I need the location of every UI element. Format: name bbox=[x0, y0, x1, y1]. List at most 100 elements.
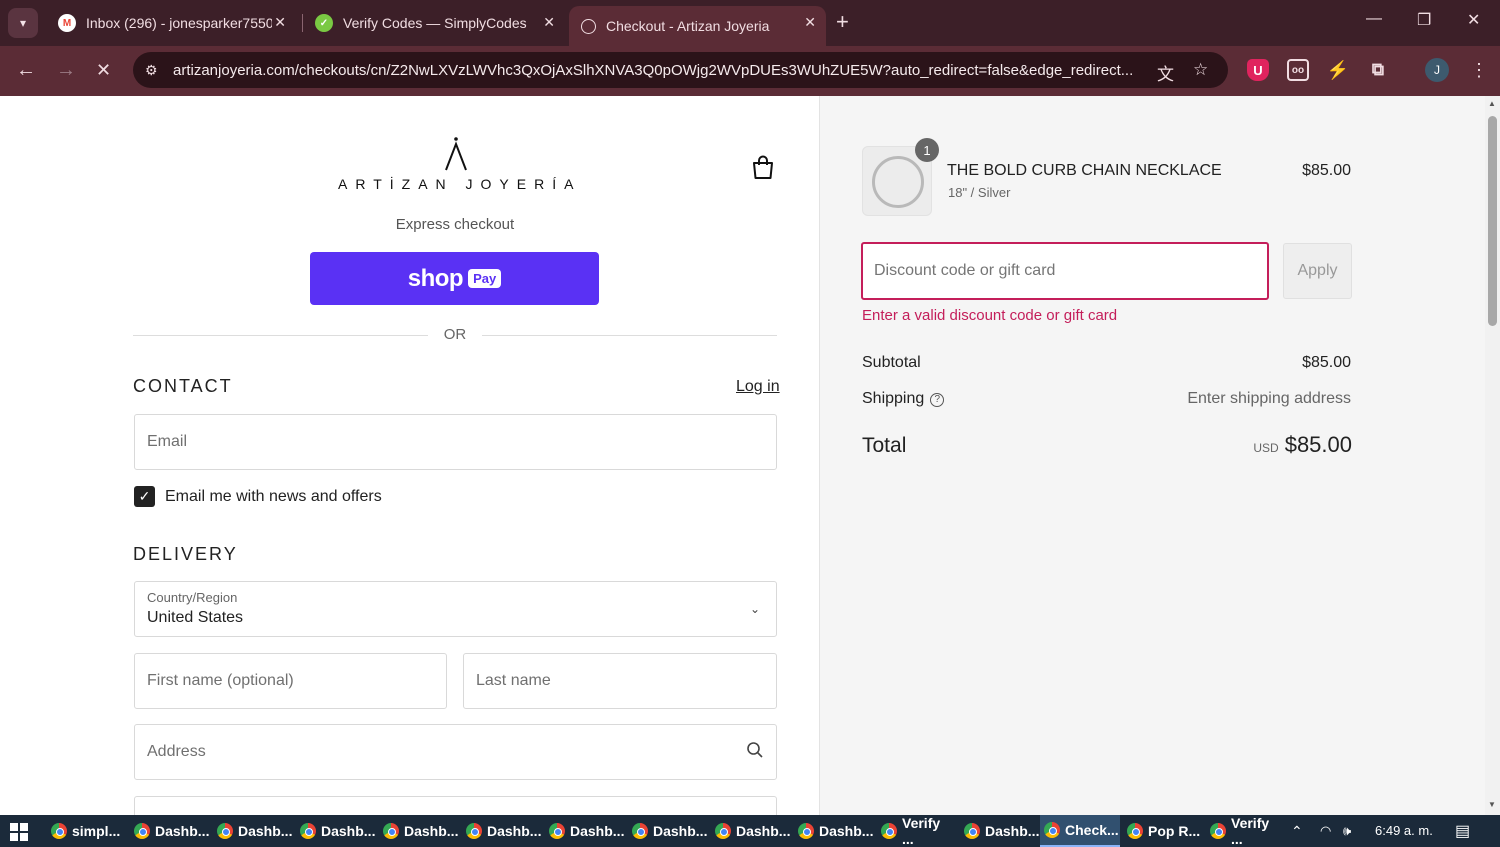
taskbar-item[interactable]: Dashb... bbox=[213, 815, 293, 847]
taskbar-item[interactable]: Dashb... bbox=[711, 815, 791, 847]
cart-icon[interactable] bbox=[750, 154, 776, 180]
address-bar[interactable]: ⚙ artizanjoyeria.com/checkouts/cn/Z2NwLX… bbox=[133, 52, 1228, 88]
forward-button[interactable]: → bbox=[56, 59, 76, 81]
email-field[interactable] bbox=[134, 414, 777, 470]
chrome-icon bbox=[383, 823, 399, 839]
apartment-field[interactable] bbox=[134, 796, 777, 815]
restore-button[interactable]: ❐ bbox=[1417, 10, 1431, 30]
tab-simplycodes[interactable]: ✓ Verify Codes — SimplyCodes ✕ bbox=[303, 6, 565, 40]
close-tab-icon[interactable]: ✕ bbox=[274, 14, 286, 31]
taskbar-item[interactable]: simpl... bbox=[47, 815, 125, 847]
shop-pay-button[interactable]: shop Pay bbox=[310, 252, 599, 305]
chrome-icon bbox=[466, 823, 482, 839]
volume-icon[interactable]: 🕪 bbox=[1343, 823, 1351, 839]
stop-loading-button[interactable]: ✕ bbox=[96, 59, 111, 81]
taskbar-item-label: Dashb... bbox=[487, 823, 542, 839]
extensions-puzzle-icon[interactable]: ⧉ bbox=[1367, 59, 1389, 81]
chrome-icon bbox=[798, 823, 814, 839]
simplycodes-icon: ✓ bbox=[315, 14, 333, 32]
close-tab-icon[interactable]: ✕ bbox=[543, 14, 555, 31]
tab-search-button[interactable]: ▾ bbox=[8, 8, 38, 38]
or-divider-text: OR bbox=[443, 326, 467, 343]
browser-menu-icon[interactable]: ⋮ bbox=[1470, 59, 1488, 81]
country-select[interactable]: Country/Region United States ⌄ bbox=[134, 581, 777, 637]
country-label: Country/Region bbox=[147, 590, 238, 605]
tray-chevron-icon[interactable]: ⌃ bbox=[1291, 823, 1303, 840]
wifi-icon[interactable]: ◠ bbox=[1320, 823, 1331, 839]
last-name-input[interactable] bbox=[464, 654, 776, 708]
tab-gmail[interactable]: M Inbox (296) - jonesparker7550@ ✕ bbox=[46, 6, 296, 40]
taskbar-item-label: Dashb... bbox=[238, 823, 293, 839]
product-name: THE BOLD CURB CHAIN NECKLACE bbox=[947, 162, 1222, 179]
browser-tab-bar: ▾ M Inbox (296) - jonesparker7550@ ✕ ✓ V… bbox=[0, 0, 1500, 46]
chevron-down-icon: ⌄ bbox=[749, 602, 760, 616]
scroll-up-arrow[interactable]: ▲ bbox=[1488, 99, 1496, 108]
newsletter-checkbox[interactable]: ✓ bbox=[134, 486, 155, 507]
taskbar-item[interactable]: Dashb... bbox=[628, 815, 707, 847]
ublock-extension-icon[interactable]: U bbox=[1247, 59, 1269, 81]
taskbar-item[interactable]: Pop R... bbox=[1123, 815, 1201, 847]
tab-checkout[interactable]: Checkout - Artizan Joyeria ✕ bbox=[569, 6, 826, 46]
windows-start-icon[interactable] bbox=[10, 823, 28, 841]
profile-avatar[interactable]: J bbox=[1425, 58, 1449, 82]
scroll-down-arrow[interactable]: ▼ bbox=[1488, 800, 1496, 809]
delivery-heading: DELIVERY bbox=[133, 544, 238, 564]
log-in-link[interactable]: Log in bbox=[736, 378, 780, 396]
page-scrollbar[interactable]: ▲ ▼ bbox=[1485, 96, 1500, 815]
first-name-input[interactable] bbox=[135, 654, 446, 708]
email-input[interactable] bbox=[135, 415, 776, 469]
taskbar-item[interactable]: Check... bbox=[1040, 815, 1120, 847]
scroll-thumb[interactable] bbox=[1488, 116, 1497, 326]
address-field[interactable] bbox=[134, 724, 777, 780]
back-button[interactable]: ← bbox=[16, 59, 36, 81]
reader-extension-icon[interactable]: oo bbox=[1287, 59, 1309, 81]
total-amount: $85.00 bbox=[1284, 432, 1352, 457]
taskbar-item[interactable]: Verify ... bbox=[877, 815, 955, 847]
taskbar-item-label: simpl... bbox=[72, 823, 121, 839]
taskbar-clock[interactable]: 6:49 a. m. bbox=[1375, 823, 1433, 838]
shop-pay-wordmark: shop bbox=[407, 264, 464, 292]
notifications-icon[interactable]: ▤ bbox=[1455, 821, 1470, 841]
minimize-button[interactable]: — bbox=[1366, 10, 1382, 28]
taskbar-item[interactable]: Dashb... bbox=[296, 815, 375, 847]
close-window-button[interactable]: ✕ bbox=[1467, 10, 1480, 30]
subtotal-label: Subtotal bbox=[862, 354, 921, 371]
divider-left bbox=[133, 335, 428, 336]
translate-icon[interactable]: 文 bbox=[1157, 60, 1174, 85]
help-icon[interactable]: ? bbox=[930, 393, 945, 407]
first-name-field[interactable] bbox=[134, 653, 447, 709]
shop-pay-badge: Pay bbox=[468, 269, 502, 288]
lightning-extension-icon[interactable]: ⚡ bbox=[1327, 59, 1349, 81]
site-info-icon[interactable]: ⚙ bbox=[145, 62, 163, 79]
taskbar-item[interactable]: Verify ... bbox=[1206, 815, 1284, 847]
chrome-icon bbox=[1044, 822, 1060, 838]
product-price: $85.00 bbox=[1302, 162, 1351, 179]
currency-code: USD bbox=[1253, 441, 1279, 455]
address-input[interactable] bbox=[135, 725, 776, 779]
apply-discount-button[interactable]: Apply bbox=[1283, 243, 1352, 299]
tab-title: Verify Codes — SimplyCodes bbox=[343, 15, 527, 31]
total-value: USD $85.00 bbox=[1253, 432, 1352, 458]
discount-field[interactable] bbox=[861, 242, 1269, 300]
last-name-field[interactable] bbox=[463, 653, 777, 709]
taskbar-item[interactable]: Dashb... bbox=[545, 815, 625, 847]
url-text[interactable]: artizanjoyeria.com/checkouts/cn/Z2NwLXVz… bbox=[173, 62, 1133, 79]
chrome-icon bbox=[549, 823, 565, 839]
contact-heading: CONTACT bbox=[133, 376, 233, 396]
taskbar-item[interactable]: Dashb... bbox=[462, 815, 542, 847]
discount-input[interactable] bbox=[863, 244, 1267, 298]
taskbar-item[interactable]: Dashb... bbox=[379, 815, 458, 847]
bookmark-star-icon[interactable]: ☆ bbox=[1193, 60, 1208, 80]
new-tab-button[interactable]: + bbox=[836, 10, 849, 34]
taskbar-item[interactable]: Dashb... bbox=[130, 815, 209, 847]
taskbar-item-label: Dashb... bbox=[985, 823, 1040, 839]
taskbar-item[interactable]: Dashb... bbox=[960, 815, 1040, 847]
taskbar-item-label: Dashb... bbox=[570, 823, 625, 839]
close-tab-icon[interactable]: ✕ bbox=[804, 14, 816, 31]
taskbar-item[interactable]: Dashb... bbox=[794, 815, 873, 847]
taskbar-item-label: Pop R... bbox=[1148, 823, 1201, 839]
shopify-icon bbox=[581, 18, 596, 34]
windows-taskbar: ⌃ ◠ 🕪 6:49 a. m. ▤ simpl... Dashb... Dashb… bbox=[0, 815, 1500, 847]
store-logo[interactable]: ARTİZAN JOYERÍA bbox=[338, 136, 574, 192]
taskbar-item-label: Dashb... bbox=[736, 823, 791, 839]
